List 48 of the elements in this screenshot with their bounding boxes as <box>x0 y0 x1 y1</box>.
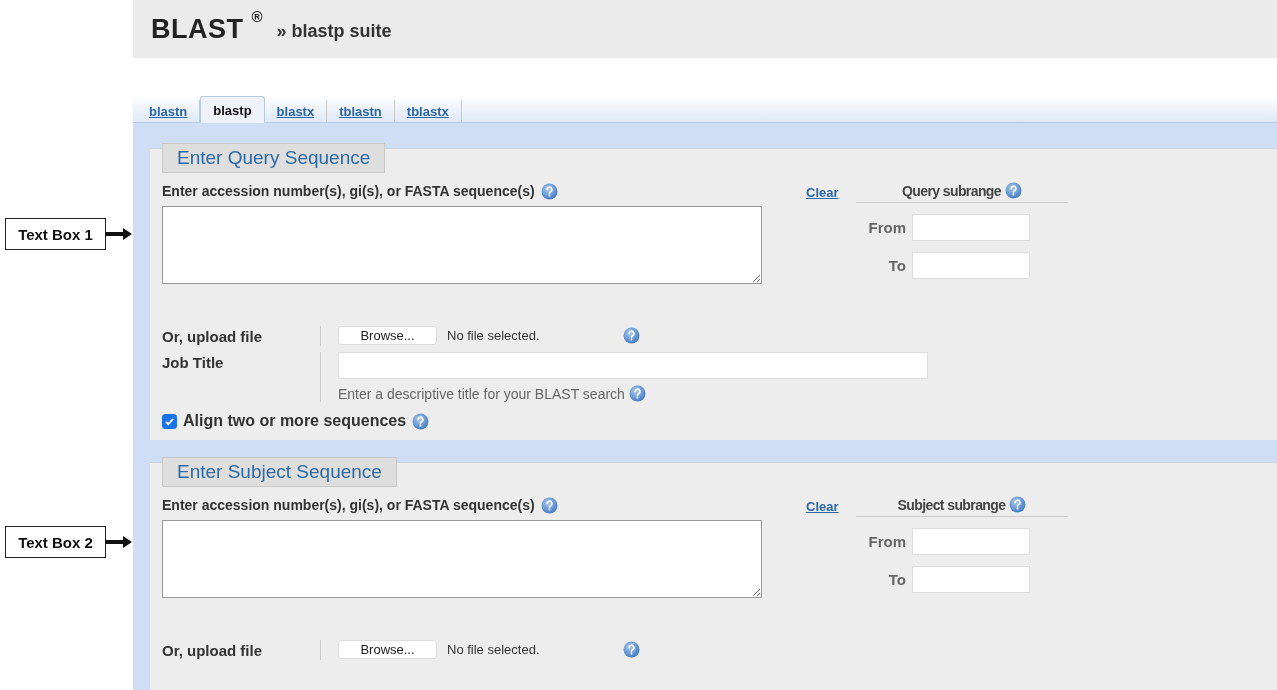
from-label: From <box>867 219 906 236</box>
section-legend: Enter Subject Sequence <box>162 457 397 487</box>
clear-link[interactable]: Clear <box>806 185 842 200</box>
callout-label: Text Box 1 <box>5 218 106 250</box>
sequence-label: Enter accession number(s), gi(s), or FASTA sequence(s) <box>162 183 535 199</box>
help-icon[interactable] <box>1009 496 1027 513</box>
file-status: No file selected. <box>447 328 541 343</box>
logo-text: BLAST <box>151 13 244 45</box>
from-label: From <box>867 533 906 550</box>
help-icon[interactable] <box>540 182 558 200</box>
align-label: Align two or more sequences <box>183 412 407 430</box>
browse-button[interactable]: Browse... <box>338 326 437 345</box>
callout-label: Text Box 2 <box>5 526 106 558</box>
job-title-hint: Enter a descriptive title for your BLAST search <box>338 385 625 402</box>
help-icon[interactable] <box>623 327 640 344</box>
program-tab[interactable]: blastx <box>264 100 328 122</box>
suite-title: » blastp suite <box>276 20 392 42</box>
registered-mark: ® <box>251 8 263 25</box>
to-label: To <box>887 571 906 588</box>
file-status: No file selected. <box>447 642 541 657</box>
help-icon[interactable] <box>412 412 430 430</box>
help-icon[interactable] <box>628 385 646 402</box>
job-title-input[interactable] <box>338 352 928 379</box>
help-icon[interactable] <box>623 641 640 658</box>
to-input[interactable] <box>912 566 1030 593</box>
upload-label: Or, upload file <box>162 327 263 346</box>
help-icon[interactable] <box>540 496 558 514</box>
subrange-title: Subject subrange <box>897 496 1006 513</box>
program-tab[interactable]: blastp <box>200 96 265 123</box>
browse-button[interactable]: Browse... <box>338 640 437 659</box>
subrange-title: Query subrange <box>902 182 1001 199</box>
sequence-label: Enter accession number(s), gi(s), or FASTA sequence(s) <box>162 497 535 513</box>
section-legend: Enter Query Sequence <box>162 143 386 173</box>
program-tab[interactable]: tblastx <box>394 100 462 122</box>
from-input[interactable] <box>912 214 1030 241</box>
job-title-label: Job Title <box>162 353 225 373</box>
from-input[interactable] <box>912 528 1030 555</box>
arrow-icon <box>105 535 133 549</box>
help-icon[interactable] <box>1005 182 1022 199</box>
program-tab[interactable]: tblastn <box>327 100 395 122</box>
sequence-textarea[interactable] <box>162 520 762 598</box>
align-checkbox[interactable] <box>162 413 177 429</box>
arrow-icon <box>105 227 133 241</box>
upload-label: Or, upload file <box>162 641 263 660</box>
clear-link[interactable]: Clear <box>806 499 842 514</box>
to-input[interactable] <box>912 252 1030 279</box>
to-label: To <box>887 257 906 274</box>
sequence-textarea[interactable] <box>162 206 762 284</box>
